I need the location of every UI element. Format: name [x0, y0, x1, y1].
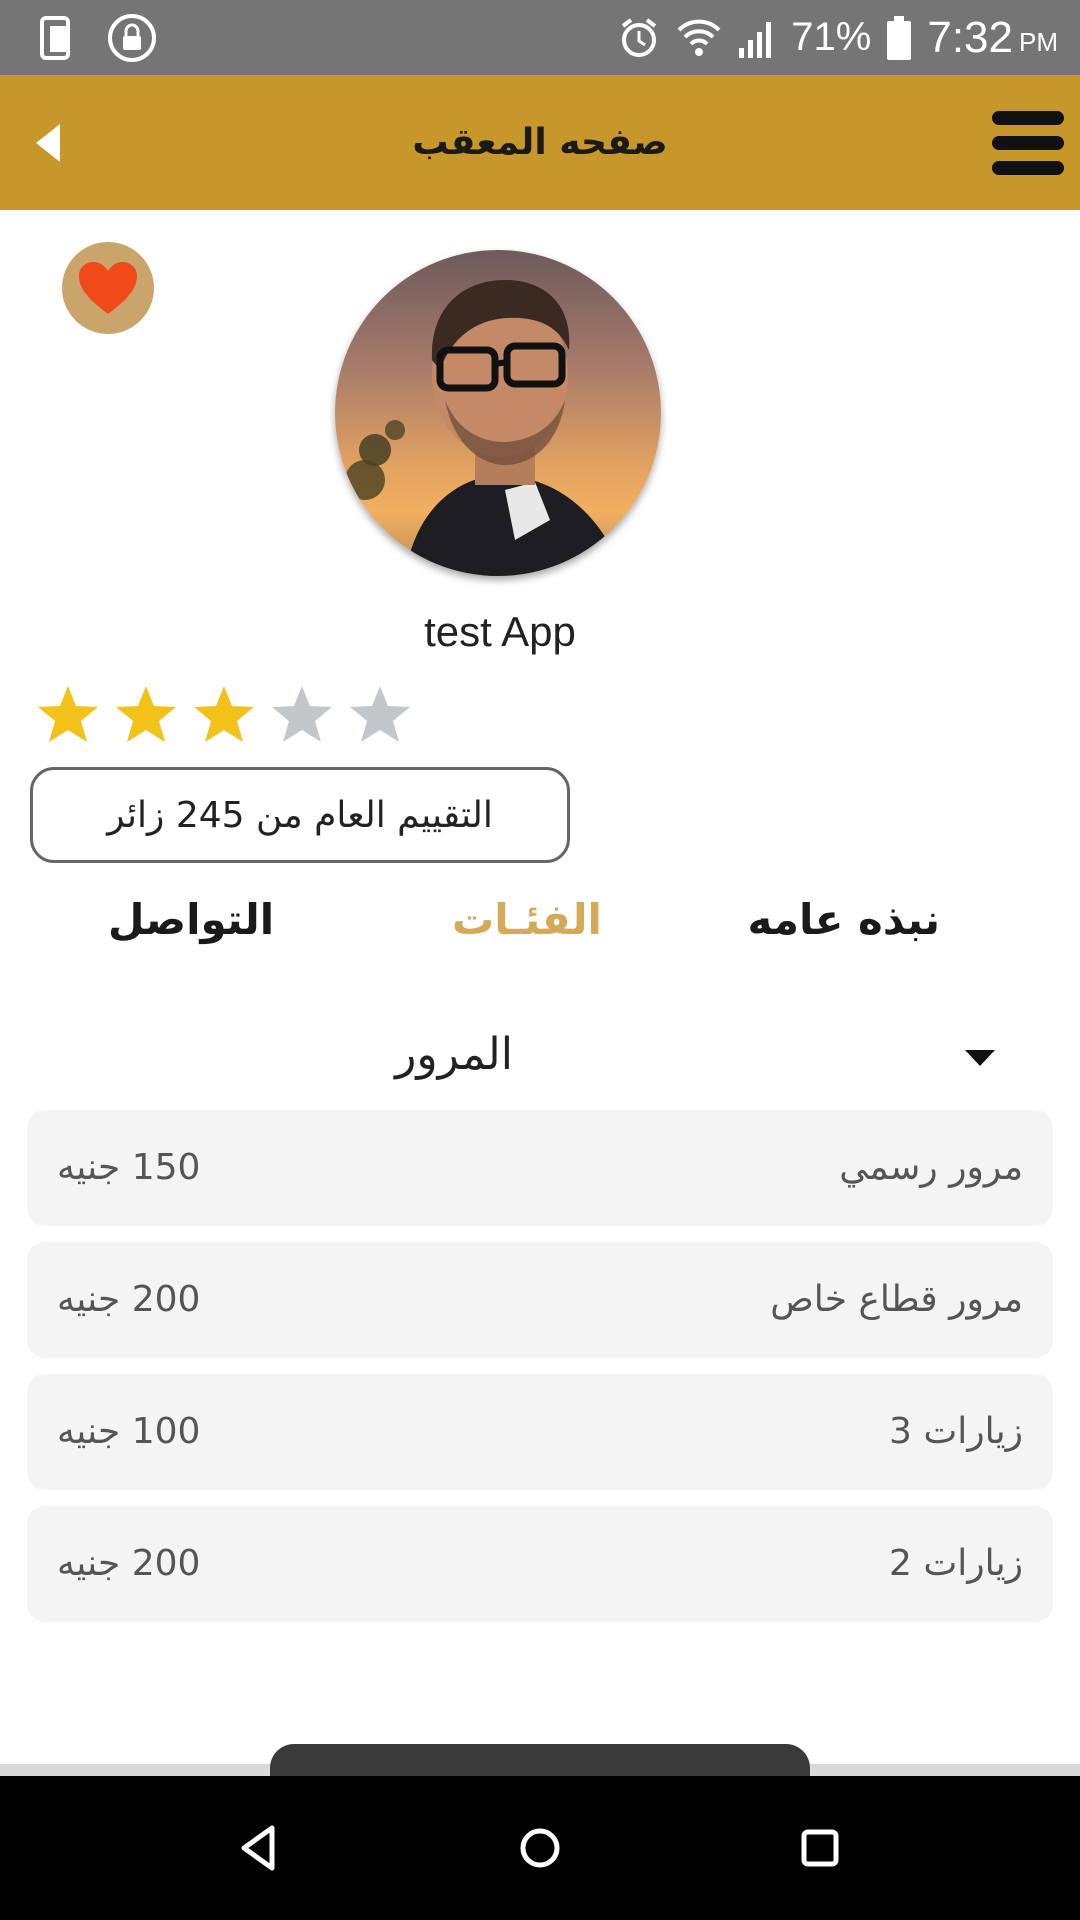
list-item[interactable]: زيارات 2 200 جنيه	[27, 1506, 1053, 1622]
star-filled-icon	[194, 686, 254, 742]
nav-home-button[interactable]	[512, 1820, 568, 1876]
nav-home-icon	[520, 1828, 560, 1868]
avatar	[335, 250, 661, 576]
status-bar: 71% 7:32 PM	[0, 0, 1080, 75]
star-empty-icon	[272, 686, 332, 742]
list-item[interactable]: مرور رسمي 150 جنيه	[27, 1110, 1053, 1226]
app-bar: صفحه المعقب	[0, 75, 1080, 210]
alarm-icon	[622, 17, 657, 57]
hamburger-menu-icon	[992, 111, 1064, 175]
tab-bar: نبذه عامه الفئـات التواصل	[0, 885, 1080, 955]
nav-recents-icon	[801, 1829, 839, 1867]
favorite-button[interactable]	[62, 242, 154, 334]
item-label: زيارات 2	[889, 1543, 1023, 1584]
lock-icon	[108, 14, 156, 62]
back-button[interactable]	[30, 120, 70, 166]
item-price: 150 جنيه	[57, 1147, 201, 1188]
section-header-traffic[interactable]: المرور	[0, 1020, 1080, 1090]
system-nav-bar	[0, 1776, 1080, 1920]
tab-contact[interactable]: التواصل	[108, 885, 274, 955]
item-label: مرور رسمي	[839, 1147, 1023, 1188]
battery-icon	[887, 15, 912, 60]
star-filled-icon	[116, 686, 176, 742]
star-filled-icon	[38, 686, 98, 742]
signal-icon	[739, 21, 772, 58]
nav-back-button[interactable]	[232, 1820, 288, 1876]
user-name: test App	[424, 608, 576, 655]
star-empty-icon	[350, 686, 410, 742]
bottom-sheet-handle[interactable]	[270, 1744, 810, 1778]
section-title: المرور	[395, 1029, 513, 1080]
heart-icon	[79, 262, 137, 314]
wifi-icon	[677, 19, 721, 56]
nav-back-icon	[241, 1825, 275, 1871]
list-item[interactable]: مرور قطاع خاص 200 جنيه	[27, 1242, 1053, 1358]
back-arrow-icon	[36, 124, 60, 162]
item-label: زيارات 3	[889, 1411, 1023, 1452]
item-price: 100 جنيه	[57, 1411, 201, 1452]
rating-stars	[36, 682, 412, 746]
phone-icon	[40, 16, 70, 60]
battery-percent: 71%	[791, 15, 872, 59]
dropdown-arrow-icon	[965, 1050, 995, 1066]
tab-categories[interactable]: الفئـات	[452, 885, 602, 955]
clock-time: 7:32	[927, 12, 1013, 62]
page-title: صفحه المعقب	[412, 122, 668, 163]
item-label: مرور قطاع خاص	[770, 1279, 1023, 1320]
profile-photo	[345, 280, 625, 576]
tab-overview[interactable]: نبذه عامه	[747, 885, 940, 955]
nav-recents-button[interactable]	[792, 1820, 848, 1876]
list-item[interactable]: زيارات 3 100 جنيه	[27, 1374, 1053, 1490]
item-price: 200 جنيه	[57, 1279, 201, 1320]
menu-button[interactable]	[988, 105, 1068, 181]
clock-ampm: PM	[1019, 27, 1058, 57]
rating-summary: التقييم العام من 245 زائر	[30, 767, 570, 863]
item-price: 200 جنيه	[57, 1543, 201, 1584]
